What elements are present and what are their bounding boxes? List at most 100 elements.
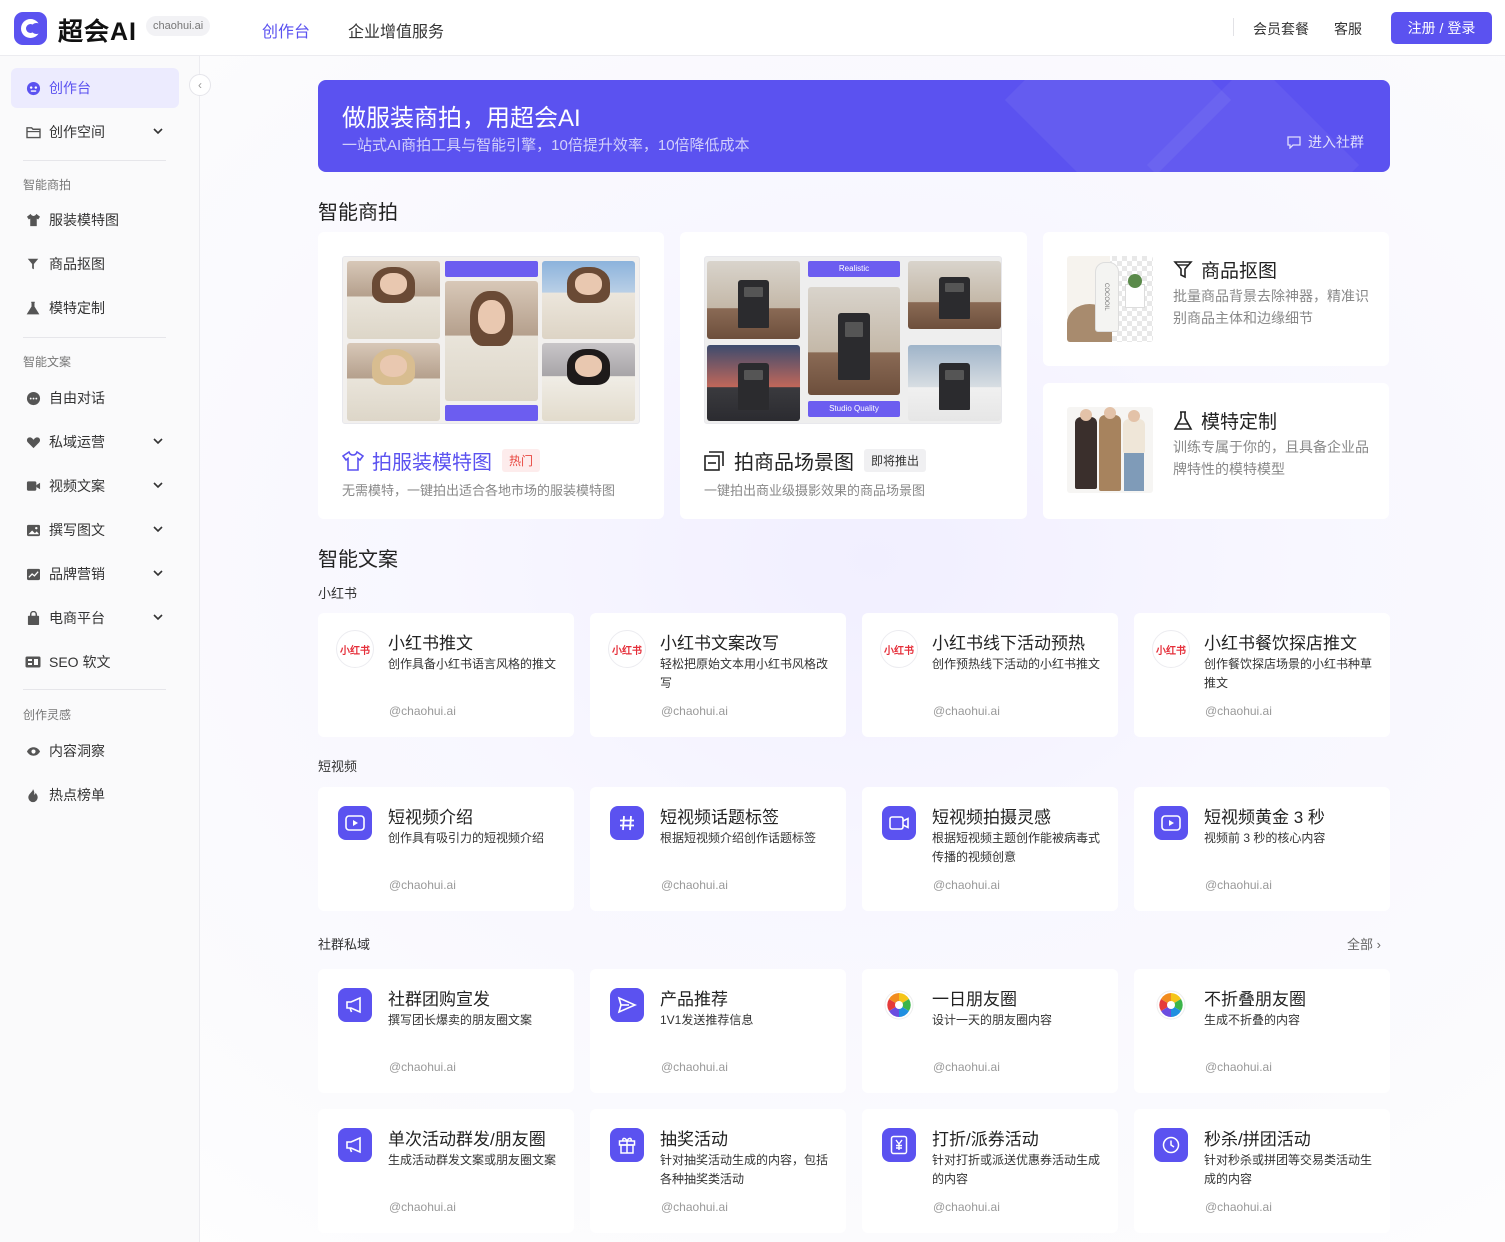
tool-card[interactable]: 小红书 小红书餐饮探店推文 创作餐饮探店场景的小红书种草推文 @chaohui.… bbox=[1134, 613, 1390, 737]
tool-title: 产品推荐 bbox=[660, 990, 728, 1009]
domain-badge: chaohui.ai bbox=[146, 16, 211, 36]
tool-source: @chaohui.ai bbox=[933, 1200, 1000, 1214]
tool-title: 小红书餐饮探店推文 bbox=[1204, 634, 1357, 653]
feature-title-label: 拍商品场景图 bbox=[734, 452, 854, 474]
tool-card[interactable]: 短视频介绍 创作具有吸引力的短视频介绍 @chaohui.ai bbox=[318, 787, 574, 911]
tool-source: @chaohui.ai bbox=[389, 1060, 456, 1074]
tool-title: 小红书推文 bbox=[388, 634, 473, 653]
tool-desc: 视频前 3 秒的核心内容 bbox=[1204, 831, 1326, 845]
funnel-icon bbox=[25, 256, 41, 272]
tool-card[interactable]: 短视频拍摄灵感 根据短视频主题创作能被病毒式传播的视频创意 @chaohui.a… bbox=[862, 787, 1118, 911]
tool-card[interactable]: 不折叠朋友圈 生成不折叠的内容 @chaohui.ai bbox=[1134, 969, 1390, 1093]
tool-title: 小红书文案改写 bbox=[660, 634, 779, 653]
divider bbox=[23, 160, 166, 161]
video-icon bbox=[25, 478, 41, 494]
shirt-icon bbox=[342, 450, 364, 471]
tool-desc: 针对打折或派送优惠券活动生成的内容 bbox=[932, 1153, 1101, 1186]
chevron-down-icon bbox=[153, 438, 163, 445]
banner-title: 做服装商拍，用超会AI bbox=[342, 105, 581, 132]
section-title-smart-copy: 智能文案 bbox=[318, 549, 398, 571]
sidebar-item-video-copy[interactable]: 视频文案 bbox=[11, 466, 179, 506]
eye-icon bbox=[25, 743, 41, 759]
tool-title: 社群团购宣发 bbox=[388, 990, 490, 1009]
flask-icon bbox=[1173, 410, 1193, 430]
tool-source: @chaohui.ai bbox=[1205, 704, 1272, 718]
sidebar-item-fashion-model[interactable]: 服装模特图 bbox=[11, 200, 179, 240]
nav-create[interactable]: 创作台 bbox=[262, 18, 310, 42]
tool-card[interactable]: 打折/派券活动 针对打折或派送优惠券活动生成的内容 @chaohui.ai bbox=[862, 1109, 1118, 1233]
fashion-model-preview-image bbox=[342, 256, 640, 424]
feature-card-product-scene[interactable]: Realistic Studio Quality 拍商品场景图 即将推出 一键拍… bbox=[680, 232, 1027, 519]
feature-card-fashion-model[interactable]: 拍服装模特图 热门 无需模特，一键拍出适合各地市场的服装模特图 bbox=[318, 232, 664, 519]
tool-source: @chaohui.ai bbox=[389, 1200, 456, 1214]
join-community-link[interactable]: 进入社群 bbox=[1286, 132, 1364, 152]
clock-icon bbox=[1154, 1128, 1188, 1162]
tool-source: @chaohui.ai bbox=[661, 1060, 728, 1074]
nav-enterprise-service[interactable]: 企业增值服务 bbox=[348, 18, 444, 42]
sidebar-item-cutout[interactable]: 商品抠图 bbox=[11, 244, 179, 284]
gift-icon bbox=[610, 1128, 644, 1162]
tool-desc: 创作预热线下活动的小红书推文 bbox=[932, 657, 1101, 671]
tool-source: @chaohui.ai bbox=[1205, 1060, 1272, 1074]
feature-card-model-custom[interactable]: 模特定制 训练专属于你的，且具备企业品牌特性的模特模型 bbox=[1043, 383, 1389, 519]
tool-desc: 创作具备小红书语言风格的推文 bbox=[388, 657, 557, 671]
tool-desc: 根据短视频主题创作能被病毒式传播的视频创意 bbox=[932, 831, 1101, 864]
product-label-text: COCOOIL bbox=[1095, 262, 1119, 332]
sidebar-item-ecommerce[interactable]: 电商平台 bbox=[11, 598, 179, 638]
join-community-label: 进入社群 bbox=[1308, 134, 1364, 150]
divider bbox=[23, 337, 166, 338]
pinwheel-icon bbox=[882, 988, 916, 1022]
tool-card[interactable]: 单次活动群发/朋友圈 生成活动群发文案或朋友圈文案 @chaohui.ai bbox=[318, 1109, 574, 1233]
tool-card[interactable]: 小红书 小红书推文 创作具备小红书语言风格的推文 @chaohui.ai bbox=[318, 613, 574, 737]
sidebar-item-model-custom[interactable]: 模特定制 bbox=[11, 288, 179, 328]
sidebar-item-label: 创作空间 bbox=[49, 124, 105, 140]
tool-source: @chaohui.ai bbox=[933, 1060, 1000, 1074]
tool-source: @chaohui.ai bbox=[1205, 1200, 1272, 1214]
membership-link[interactable]: 会员套餐 bbox=[1253, 19, 1309, 39]
feature-title-label: 商品抠图 bbox=[1201, 261, 1278, 282]
sidebar-item-seo[interactable]: SEO 软文 bbox=[11, 642, 179, 682]
brand-name[interactable]: 超会AI bbox=[58, 12, 137, 48]
feature-title: 拍服装模特图 热门 bbox=[342, 446, 541, 475]
login-button[interactable]: 注册 / 登录 bbox=[1391, 12, 1492, 44]
collapse-sidebar-icon[interactable]: ‹ bbox=[189, 74, 211, 96]
dashboard-icon bbox=[25, 80, 41, 96]
sidebar-item-label: 热点榜单 bbox=[49, 787, 105, 803]
tool-title: 打折/派券活动 bbox=[932, 1130, 1039, 1149]
category-title-community: 社群私域 bbox=[318, 937, 371, 952]
sidebar-item-insight[interactable]: 内容洞察 bbox=[11, 731, 179, 771]
customer-service-link[interactable]: 客服 bbox=[1334, 19, 1362, 39]
logo-icon[interactable] bbox=[14, 12, 47, 45]
tool-desc: 创作餐饮探店场景的小红书种草推文 bbox=[1204, 657, 1373, 690]
sidebar-item-hot-list[interactable]: 热点榜单 bbox=[11, 775, 179, 815]
tool-source: @chaohui.ai bbox=[933, 878, 1000, 892]
tool-card[interactable]: 抽奖活动 针对抽奖活动生成的内容，包括各种抽奖类活动 @chaohui.ai bbox=[590, 1109, 846, 1233]
tool-source: @chaohui.ai bbox=[933, 704, 1000, 718]
tool-source: @chaohui.ai bbox=[661, 704, 728, 718]
feature-title-label: 模特定制 bbox=[1201, 412, 1278, 433]
tool-card[interactable]: 产品推荐 1V1发送推荐信息 @chaohui.ai bbox=[590, 969, 846, 1093]
tool-card[interactable]: 短视频黄金 3 秒 视频前 3 秒的核心内容 @chaohui.ai bbox=[1134, 787, 1390, 911]
sidebar-item-brand-marketing[interactable]: 品牌营销 bbox=[11, 554, 179, 594]
tool-card[interactable]: 短视频话题标签 根据短视频介绍创作话题标签 @chaohui.ai bbox=[590, 787, 846, 911]
sidebar-item-workspace[interactable]: 创作空间 bbox=[11, 112, 179, 152]
tool-card[interactable]: 一日朋友圈 设计一天的朋友圈内容 @chaohui.ai bbox=[862, 969, 1118, 1093]
tool-desc: 创作具有吸引力的短视频介绍 bbox=[388, 831, 545, 845]
sidebar-item-workbench[interactable]: 创作台 bbox=[11, 68, 179, 108]
hashtag-icon bbox=[610, 806, 644, 840]
feature-card-cutout[interactable]: COCOOIL 商品抠图 批量商品背景去除神器，精准识别商品主体和边缘细节 bbox=[1043, 232, 1389, 366]
view-all-link[interactable]: 全部 › bbox=[1347, 934, 1381, 953]
sidebar-item-free-chat[interactable]: 自由对话 bbox=[11, 378, 179, 418]
sidebar-item-private-ops[interactable]: 私域运营 bbox=[11, 422, 179, 462]
studio-quality-label: Studio Quality bbox=[808, 401, 900, 417]
shirt-icon bbox=[25, 212, 41, 228]
tool-source: @chaohui.ai bbox=[1205, 878, 1272, 892]
chevron-down-icon bbox=[153, 128, 163, 135]
tool-title: 短视频黄金 3 秒 bbox=[1204, 808, 1325, 827]
tool-title: 短视频介绍 bbox=[388, 808, 473, 827]
tool-card[interactable]: 小红书 小红书文案改写 轻松把原始文本用小红书风格改写 @chaohui.ai bbox=[590, 613, 846, 737]
tool-card[interactable]: 秒杀/拼团活动 针对秒杀或拼团等交易类活动生成的内容 @chaohui.ai bbox=[1134, 1109, 1390, 1233]
tool-card[interactable]: 小红书 小红书线下活动预热 创作预热线下活动的小红书推文 @chaohui.ai bbox=[862, 613, 1118, 737]
sidebar-item-write-article[interactable]: 撰写图文 bbox=[11, 510, 179, 550]
tool-card[interactable]: 社群团购宣发 撰写团长爆卖的朋友圈文案 @chaohui.ai bbox=[318, 969, 574, 1093]
